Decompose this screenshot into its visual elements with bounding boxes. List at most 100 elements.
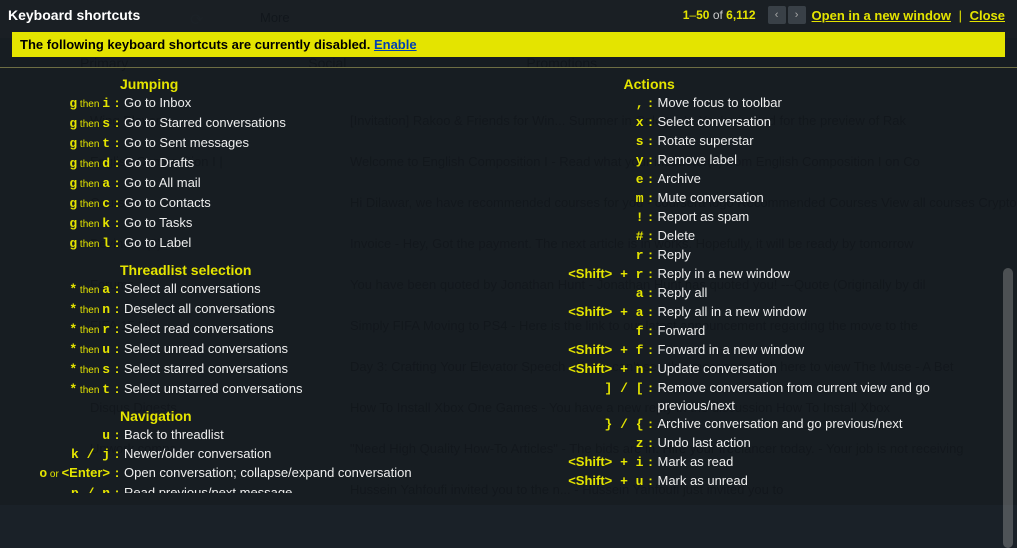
shortcut-key: g then a (10, 175, 110, 194)
close-link[interactable]: Close (970, 8, 1005, 23)
enable-link[interactable]: Enable (374, 37, 417, 52)
section-title: Jumping (120, 76, 504, 92)
shortcut-row: ] / [:Remove conversation from current v… (514, 379, 1008, 415)
shortcut-key: z (514, 435, 644, 453)
shortcut-desc: Mark as read (658, 453, 1008, 471)
shortcut-row: * then r:Select read conversations (10, 320, 504, 340)
shortcut-key: <Shift> + a (514, 303, 644, 322)
shortcut-row: <Shift> + n:Update conversation (514, 360, 1008, 379)
shortcut-row: #:Delete (514, 227, 1008, 246)
shortcut-desc: Delete (658, 227, 1008, 245)
shortcut-key: # (514, 228, 644, 246)
shortcut-key: ] / [ (514, 380, 644, 398)
shortcut-desc: Mute conversation (658, 189, 1008, 207)
shortcut-key: r (514, 247, 644, 265)
shortcut-desc: Go to Tasks (124, 214, 504, 232)
shortcut-desc: Deselect all conversations (124, 300, 504, 318)
shortcut-row: s:Rotate superstar (514, 132, 1008, 151)
shortcut-row: a:Reply all (514, 284, 1008, 303)
overlay-header: Keyboard shortcuts 1–50 of 6,112 ‹ › Ope… (0, 0, 1017, 28)
prev-page-button[interactable]: ‹ (768, 6, 786, 24)
shortcut-key: g then d (10, 155, 110, 174)
shortcuts-column-right: Actions,:Move focus to toolbarx:Select c… (514, 68, 1008, 493)
shortcut-key: k / j (10, 446, 110, 464)
shortcuts-overlay: Keyboard shortcuts 1–50 of 6,112 ‹ › Ope… (0, 0, 1017, 505)
shortcut-row: * then a:Select all conversations (10, 280, 504, 300)
shortcut-key: p / n (10, 485, 110, 493)
shortcut-key: * then u (10, 341, 110, 360)
message-counter: 1–50 of 6,112 (683, 8, 756, 22)
shortcut-key: u (10, 427, 110, 445)
shortcut-key: } / { (514, 416, 644, 434)
shortcut-key: e (514, 171, 644, 189)
shortcut-row: m:Mute conversation (514, 189, 1008, 208)
shortcut-key: s (514, 133, 644, 151)
section-title: Threadlist selection (120, 262, 504, 278)
shortcut-desc: Go to All mail (124, 174, 504, 192)
shortcut-desc: Forward in a new window (658, 341, 1008, 359)
shortcut-key: g then s (10, 115, 110, 134)
shortcut-row: f:Forward (514, 322, 1008, 341)
shortcut-key: * then a (10, 281, 110, 300)
shortcut-key: m (514, 190, 644, 208)
shortcut-row: <Shift> + u:Mark as unread (514, 472, 1008, 491)
shortcut-row: g then i:Go to Inbox (10, 94, 504, 114)
shortcut-row: z:Undo last action (514, 434, 1008, 453)
shortcut-key: * then s (10, 361, 110, 380)
shortcut-key: , (514, 95, 644, 113)
shortcut-key: g then t (10, 135, 110, 154)
shortcut-desc: Rotate superstar (658, 132, 1008, 150)
shortcut-row: g then d:Go to Drafts (10, 154, 504, 174)
shortcut-desc: Select unstarred conversations (124, 380, 504, 398)
shortcut-desc: Update conversation (658, 360, 1008, 378)
shortcut-desc: Forward (658, 322, 1008, 340)
shortcut-row: <Shift> + f:Forward in a new window (514, 341, 1008, 360)
shortcut-key: _ (514, 492, 644, 493)
shortcut-desc: Select read conversations (124, 320, 504, 338)
shortcut-desc: Reply (658, 246, 1008, 264)
shortcut-row: e:Archive (514, 170, 1008, 189)
shortcut-desc: Remove conversation from current view an… (658, 379, 1008, 415)
shortcut-desc: Go to Drafts (124, 154, 504, 172)
shortcut-row: * then t:Select unstarred conversations (10, 380, 504, 400)
shortcut-row: * then n:Deselect all conversations (10, 300, 504, 320)
shortcut-row: x:Select conversation (514, 113, 1008, 132)
overlay-title: Keyboard shortcuts (8, 7, 140, 23)
shortcut-row: !:Report as spam (514, 208, 1008, 227)
shortcut-row: g then k:Go to Tasks (10, 214, 504, 234)
shortcut-key: x (514, 114, 644, 132)
scrollbar[interactable] (1003, 268, 1013, 548)
shortcut-desc: Go to Label (124, 234, 504, 252)
shortcut-key: ! (514, 209, 644, 227)
shortcut-desc: Go to Inbox (124, 94, 504, 112)
shortcut-desc: Remove label (658, 151, 1008, 169)
shortcut-desc: Read previous/next message (124, 484, 504, 493)
shortcut-row: u:Back to threadlist (10, 426, 504, 445)
shortcut-desc: Mark as unread (658, 472, 1008, 490)
shortcut-row: } / {:Archive conversation and go previo… (514, 415, 1008, 434)
shortcut-row: <Shift> + a:Reply all in a new window (514, 303, 1008, 322)
shortcut-key: a (514, 285, 644, 303)
shortcut-key: g then i (10, 95, 110, 114)
shortcut-desc: Archive (658, 170, 1008, 188)
shortcut-row: r:Reply (514, 246, 1008, 265)
shortcut-desc: Select all conversations (124, 280, 504, 298)
shortcut-row: ,:Move focus to toolbar (514, 94, 1008, 113)
shortcut-key: <Shift> + u (514, 472, 644, 491)
shortcut-desc: Back to threadlist (124, 426, 504, 444)
shortcuts-column-left: Jumpingg then i:Go to Inboxg then s:Go t… (10, 68, 504, 493)
shortcut-row: y:Remove label (514, 151, 1008, 170)
shortcut-desc: Move focus to toolbar (658, 94, 1008, 112)
shortcut-key: <Shift> + r (514, 265, 644, 284)
section-title: Navigation (120, 408, 504, 424)
shortcut-desc: Open conversation; collapse/expand conve… (124, 464, 504, 482)
shortcut-desc: Select unread conversations (124, 340, 504, 358)
shortcut-desc: Undo last action (658, 434, 1008, 452)
shortcut-desc: Select conversation (658, 113, 1008, 131)
shortcut-desc: Go to Starred conversations (124, 114, 504, 132)
open-new-window-link[interactable]: Open in a new window (812, 8, 951, 23)
shortcut-row: o or <Enter>:Open conversation; collapse… (10, 464, 504, 484)
next-page-button[interactable]: › (788, 6, 806, 24)
shortcut-row: p / n:Read previous/next message (10, 484, 504, 493)
shortcut-desc: Reply all (658, 284, 1008, 302)
